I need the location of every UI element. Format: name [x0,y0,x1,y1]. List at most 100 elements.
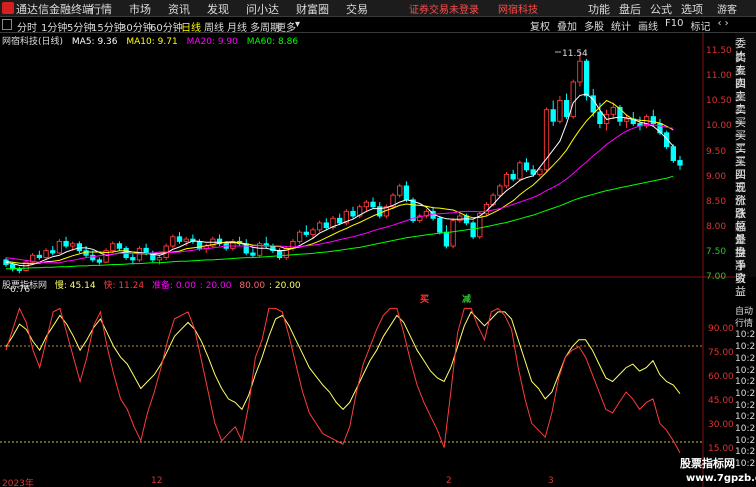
candle-body [123,247,129,259]
candle-body [537,169,543,175]
candle-body [56,240,63,254]
candle-body [250,252,256,256]
list-time: 10:27 [735,459,756,470]
period-daily[interactable]: 日线 [181,19,201,34]
candle-body [477,213,483,238]
candle-body [517,162,523,180]
candle-body [610,106,616,115]
candle-body [110,243,116,252]
candle-body [410,199,416,222]
period-5min[interactable]: 5分钟 [67,19,93,34]
candle-body [216,238,223,245]
candle-body [497,185,503,196]
tool-biaoji[interactable]: 标记 [690,18,710,33]
period-more[interactable]: 更多 [276,19,296,34]
chart-area[interactable]: 11.54 6.76 [0,0,756,487]
ma-line-ma60 [6,175,674,270]
candle-body [230,240,236,249]
price-tick-700: 7.00 [706,272,727,282]
price-tick-1100: 11.00 [706,71,732,81]
tool-duogu[interactable]: 多股 [584,18,604,33]
menu-gongneng[interactable]: 功能 [588,1,610,17]
date-label-dec: 12 [151,476,163,486]
candle-body [397,185,403,196]
candle-body [470,222,476,238]
period-1min[interactable]: 1分钟 [41,19,67,34]
menu-faxian[interactable]: 发现 [207,1,229,17]
price-tick-1150: 11.50 [706,46,732,56]
period-15min[interactable]: 15分钟 [91,19,124,34]
guest-label[interactable]: 游客 [717,1,737,16]
menu-jiaoyi[interactable]: 交易 [346,1,368,17]
candle-body [203,245,209,249]
menu-gongshi[interactable]: 公式 [650,1,672,17]
candle-body [643,116,650,127]
menu-caifuquan[interactable]: 财富圈 [296,1,329,17]
candle-body [570,81,576,118]
candle-body [617,106,623,122]
login-notice[interactable]: 证券交易未登录 [409,1,479,16]
menu-shichang[interactable]: 市场 [129,1,151,17]
candle-body [510,173,516,180]
ma-line-ma5 [5,93,674,267]
menu-bar: 通达信金融终端 行情 市场 资讯 发现 问小达 财富圈 交易 证券交易未登录 网… [0,0,756,17]
moving-average-lines [5,93,674,270]
candle-body [223,243,229,249]
list-time: 10:27 [735,400,756,411]
indicator-header: 股票指标网 慢: 45.14 快: 11.24 准备: 0.00 : 20.00… [2,278,306,291]
menu-hangqing[interactable]: 行情 [90,1,112,17]
list-time: 10:27 [735,330,756,341]
candle-body [76,243,83,252]
period-weekly[interactable]: 周线 [204,19,224,34]
app-title: 通达信金融终端 [16,3,93,16]
nav-arrows-icon[interactable]: ‹ › [717,18,728,33]
level-20: : 20.00 [268,281,301,291]
candle-body [130,257,136,261]
tool-huaxian[interactable]: 画线 [638,18,658,33]
candle-body [290,240,296,249]
candle-body [543,109,550,171]
list-time: 10:27 [735,435,756,446]
candle-body [457,215,463,222]
list-time: 10:27 [735,342,756,353]
tool-diejia[interactable]: 叠加 [557,18,577,33]
candle-body [303,231,309,235]
menu-zixun[interactable]: 资讯 [168,1,190,17]
period-30min[interactable]: 30分钟 [120,19,153,34]
list-toggle-icon[interactable] [2,19,12,30]
menu-panhou[interactable]: 盘后 [619,1,641,17]
candle-body [390,194,396,208]
more-chevron-icon[interactable]: ▾ [295,19,300,30]
candle-body [256,243,263,256]
candle-body [650,116,656,125]
candle-body [343,210,349,224]
tool-f10[interactable]: F10 [665,18,683,33]
candle-body [590,95,596,113]
candle-body [36,254,43,259]
buy-signal: 买 [420,295,430,305]
period-monthly[interactable]: 月线 [227,19,247,34]
candle-body [443,231,450,247]
candle-body [43,250,49,259]
period-60min[interactable]: 60分钟 [150,19,183,34]
candle-body [503,173,510,187]
candle-body [370,201,376,208]
list-time: 10:27 [735,424,756,435]
chart-toolbar: 复权 叠加 多股 统计 画线 F10 标记 ‹ › [530,18,736,33]
candle-body [310,229,316,235]
tool-tongji[interactable]: 统计 [611,18,631,33]
ma5-value: MA5: 9.36 [71,37,118,47]
list-hangqing[interactable]: 行情 [735,319,756,331]
candle-body [417,215,423,222]
candle-body [176,236,183,242]
list-time: 10:27 [735,353,756,364]
candle-body [557,100,563,122]
tool-fuquan[interactable]: 复权 [530,18,550,33]
slow-value: 慢: 45.14 [54,281,96,291]
list-auto[interactable]: 自动 [735,307,756,319]
ind-tick-15: 15.00 [708,444,734,454]
menu-xuanxiang[interactable]: 选项 [681,1,703,17]
candle-body [603,113,610,125]
menu-wenxiaoda[interactable]: 问小达 [246,1,279,17]
period-fenshi[interactable]: 分时 [17,19,37,34]
